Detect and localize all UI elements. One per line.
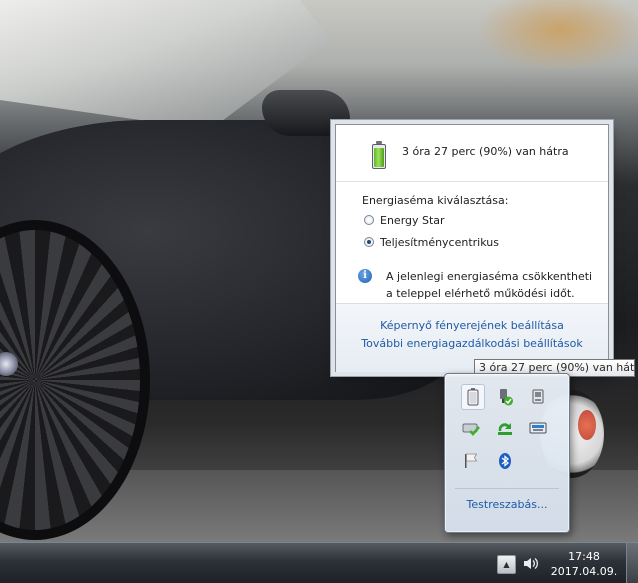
battery-flyout: 3 óra 27 perc (90%) van hátra Energiasém… [335,124,609,372]
taskbar-clock[interactable]: 17:48 2017.04.09. [549,549,619,579]
clock-date: 2017.04.09. [550,565,618,578]
battery-charge-fill [374,148,384,167]
device-icon[interactable] [529,388,547,406]
battery-body [372,144,386,169]
customize-link[interactable]: Testreszabás... [445,498,569,511]
info-icon: i [358,269,372,283]
power-plan-high-performance[interactable]: Teljesítménycentrikus [364,235,499,249]
power-plan-heading: Energiaséma kiválasztása: [362,194,509,207]
taskbar: ▲ 17:48 2017.04.09. [0,542,638,583]
clock-time: 17:48 [568,550,600,563]
radio-button[interactable] [364,215,374,225]
power-plan-label: Energy Star [380,213,445,227]
flag-icon[interactable] [462,452,480,470]
drive-check-icon[interactable] [462,419,480,437]
green-refresh-icon[interactable] [496,419,514,437]
battery-large-icon [372,141,386,169]
battery-icon[interactable] [461,384,485,410]
radio-button[interactable] [364,237,374,247]
power-plug-check-icon[interactable] [496,388,514,406]
chevron-up-icon: ▲ [503,560,510,569]
info-message: A jelenlegi energiaséma csökkentheti a t… [386,270,593,300]
bluetooth-icon[interactable] [496,452,514,470]
keyboard-icon[interactable] [529,419,547,437]
battery-status-area: 3 óra 27 perc (90%) van hátra [336,125,608,182]
more-power-options-link[interactable]: További energiagazdálkodási beállítások [336,337,608,350]
power-plan-label: Teljesítménycentrikus [380,235,499,249]
power-plan-energy-star[interactable]: Energy Star [364,213,445,227]
brightness-settings-link[interactable]: Képernyő fényerejének beállítása [336,319,608,332]
show-desktop-button[interactable] [626,543,638,583]
battery-status-text: 3 óra 27 perc (90%) van hátra [402,145,569,158]
overflow-separator [455,488,559,489]
notification-overflow-panel: Testreszabás... [444,373,570,533]
gadget-red-zone [578,410,596,440]
show-hidden-icons-button[interactable]: ▲ [497,555,516,574]
volume-icon[interactable] [522,555,540,572]
